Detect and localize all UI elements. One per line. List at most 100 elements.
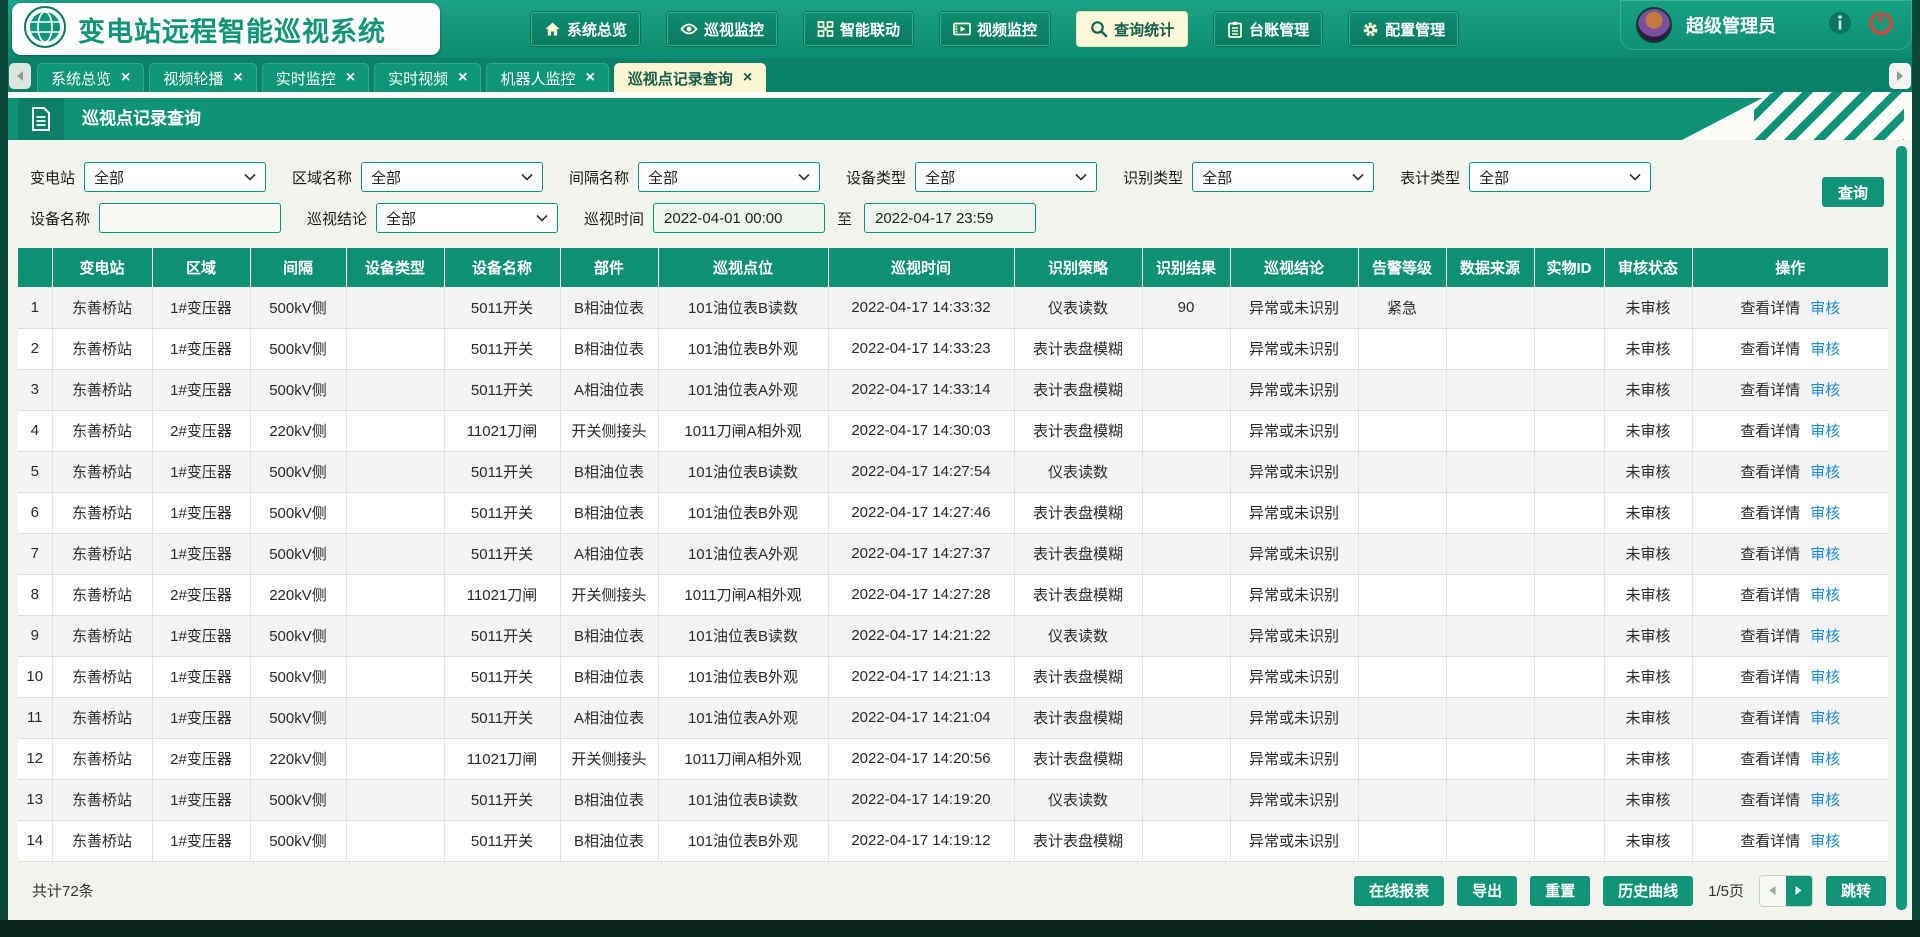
cell-no: 12 xyxy=(18,738,52,779)
vertical-scrollbar[interactable] xyxy=(1896,146,1907,910)
view-detail-link[interactable]: 查看详情 xyxy=(1740,464,1800,481)
audit-link[interactable]: 审核 xyxy=(1810,587,1840,604)
audit-link[interactable]: 审核 xyxy=(1810,382,1840,399)
nav-video-button[interactable]: 视频监控 xyxy=(940,12,1050,46)
view-detail-link[interactable]: 查看详情 xyxy=(1740,382,1800,399)
tab-scroll-left-icon[interactable] xyxy=(9,63,31,89)
cell-device_type xyxy=(346,492,444,533)
column-header: 设备类型 xyxy=(346,248,444,287)
cell-strategy: 仪表读数 xyxy=(1014,287,1142,328)
cell-station: 东善桥站 xyxy=(52,287,152,328)
view-detail-link[interactable]: 查看详情 xyxy=(1740,792,1800,809)
view-detail-link[interactable]: 查看详情 xyxy=(1740,546,1800,563)
cell-point: 101油位表B外观 xyxy=(658,820,828,861)
cell-device_name: 5011开关 xyxy=(444,328,560,369)
cell-audit_status: 未审核 xyxy=(1604,820,1692,861)
filter-select-6[interactable]: 全部 xyxy=(1469,162,1651,192)
view-detail-link[interactable]: 查看详情 xyxy=(1740,505,1800,522)
jump-button[interactable]: 跳转 xyxy=(1826,876,1886,906)
tab-1[interactable]: 系统总览× xyxy=(37,63,144,92)
cell-audit_status: 未审核 xyxy=(1604,328,1692,369)
tab-6[interactable]: 巡视点记录查询× xyxy=(614,63,766,92)
view-detail-link[interactable]: 查看详情 xyxy=(1740,423,1800,440)
cell-no: 13 xyxy=(18,779,52,820)
tab-close-icon[interactable]: × xyxy=(233,70,242,86)
patrol-time-from-input[interactable] xyxy=(653,203,825,233)
next-page-icon[interactable] xyxy=(1786,876,1812,906)
prev-page-icon[interactable] xyxy=(1760,876,1786,906)
table-row: 3东善桥站1#变压器500kV侧5011开关A相油位表101油位表A外观2022… xyxy=(18,369,1888,410)
audit-link[interactable]: 审核 xyxy=(1810,505,1840,522)
view-detail-link[interactable]: 查看详情 xyxy=(1740,587,1800,604)
nav-home-button[interactable]: 系统总览 xyxy=(531,12,640,46)
export-button[interactable]: 导出 xyxy=(1457,876,1517,906)
audit-link[interactable]: 审核 xyxy=(1810,833,1840,850)
tab-close-icon[interactable]: × xyxy=(458,70,467,86)
table-body: 1东善桥站1#变压器500kV侧5011开关B相油位表101油位表B读数2022… xyxy=(18,287,1888,861)
tab-3[interactable]: 实时监控× xyxy=(262,63,369,92)
patrol-time-to-input[interactable] xyxy=(864,203,1036,233)
view-detail-link[interactable]: 查看详情 xyxy=(1740,628,1800,645)
audit-link[interactable]: 审核 xyxy=(1810,628,1840,645)
tab-close-icon[interactable]: × xyxy=(585,70,594,86)
audit-link[interactable]: 审核 xyxy=(1810,792,1840,809)
filter-select-2[interactable]: 全部 xyxy=(361,162,543,192)
tab-5[interactable]: 机器人监控× xyxy=(486,63,608,92)
cell-strategy: 仪表读数 xyxy=(1014,615,1142,656)
filter-select-1[interactable]: 全部 xyxy=(84,162,266,192)
device-name-input[interactable] xyxy=(99,203,281,233)
audit-link[interactable]: 审核 xyxy=(1810,423,1840,440)
cell-device_type xyxy=(346,533,444,574)
nav-search-button[interactable]: 查询统计 xyxy=(1077,12,1187,46)
cell-strategy: 表计表盘模糊 xyxy=(1014,820,1142,861)
audit-link[interactable]: 审核 xyxy=(1810,546,1840,563)
conclusion-select[interactable]: 全部 xyxy=(376,203,558,233)
cell-no: 10 xyxy=(18,656,52,697)
cell-area: 1#变压器 xyxy=(152,328,250,369)
history-curve-button[interactable]: 历史曲线 xyxy=(1603,876,1693,906)
audit-link[interactable]: 审核 xyxy=(1810,464,1840,481)
audit-link[interactable]: 审核 xyxy=(1810,710,1840,727)
cell-physical_id xyxy=(1534,492,1604,533)
logout-power-icon[interactable] xyxy=(1868,10,1894,41)
cell-source xyxy=(1446,287,1534,328)
filter-select-value: 全部 xyxy=(1202,167,1232,188)
nav-clipboard-button[interactable]: 台账管理 xyxy=(1214,12,1322,46)
audit-link[interactable]: 审核 xyxy=(1810,341,1840,358)
view-detail-link[interactable]: 查看详情 xyxy=(1740,300,1800,317)
avatar[interactable] xyxy=(1636,7,1672,43)
tab-close-icon[interactable]: × xyxy=(743,70,752,86)
audit-link[interactable]: 审核 xyxy=(1810,300,1840,317)
cell-source xyxy=(1446,369,1534,410)
view-detail-link[interactable]: 查看详情 xyxy=(1740,669,1800,686)
filter-select-4[interactable]: 全部 xyxy=(915,162,1097,192)
tab-2[interactable]: 视频轮播× xyxy=(149,63,256,92)
cell-result xyxy=(1142,697,1230,738)
home-icon xyxy=(544,21,561,37)
filter-select-value: 全部 xyxy=(1479,167,1509,188)
cell-strategy: 表计表盘模糊 xyxy=(1014,656,1142,697)
view-detail-link[interactable]: 查看详情 xyxy=(1740,341,1800,358)
nav-eye-button[interactable]: 巡视监控 xyxy=(667,12,777,46)
nav-gear-button[interactable]: 配置管理 xyxy=(1349,12,1458,46)
online-report-button[interactable]: 在线报表 xyxy=(1354,876,1444,906)
search-button[interactable]: 查询 xyxy=(1822,177,1884,207)
audit-link[interactable]: 审核 xyxy=(1810,669,1840,686)
tab-4[interactable]: 实时视频× xyxy=(374,63,481,92)
cell-conclusion: 异常或未识别 xyxy=(1230,574,1358,615)
info-icon[interactable] xyxy=(1828,11,1852,40)
cell-station: 东善桥站 xyxy=(52,410,152,451)
nav-link-grid-button[interactable]: 智能联动 xyxy=(804,12,913,46)
cell-physical_id xyxy=(1534,328,1604,369)
tab-close-icon[interactable]: × xyxy=(121,70,130,86)
view-detail-link[interactable]: 查看详情 xyxy=(1740,751,1800,768)
tab-close-icon[interactable]: × xyxy=(346,70,355,86)
audit-link[interactable]: 审核 xyxy=(1810,751,1840,768)
reset-button[interactable]: 重置 xyxy=(1530,876,1590,906)
filter-select-5[interactable]: 全部 xyxy=(1192,162,1374,192)
filter-select-3[interactable]: 全部 xyxy=(638,162,820,192)
view-detail-link[interactable]: 查看详情 xyxy=(1740,710,1800,727)
cell-alarm xyxy=(1358,533,1446,574)
view-detail-link[interactable]: 查看详情 xyxy=(1740,833,1800,850)
tab-scroll-right-icon[interactable] xyxy=(1889,63,1911,89)
